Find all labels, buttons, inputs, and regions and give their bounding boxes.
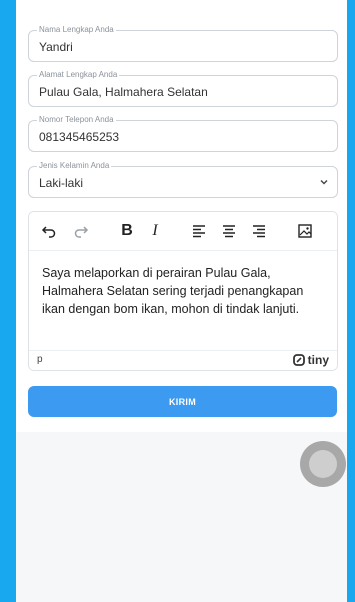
form-screen: Nama Lengkap Anda Yandri Alamat Lengkap … — [16, 0, 347, 602]
name-field-label: Nama Lengkap Anda — [37, 25, 116, 35]
phone-field-value: 081345465253 — [39, 130, 120, 144]
element-path[interactable]: p — [37, 354, 43, 365]
address-field-value: Pulau Gala, Halmahera Selatan — [39, 85, 208, 99]
tiny-icon — [292, 354, 305, 366]
submit-button[interactable]: KIRIM — [28, 386, 337, 417]
name-field-value: Yandri — [39, 40, 73, 54]
name-field[interactable]: Nama Lengkap Anda Yandri — [28, 25, 338, 62]
address-field[interactable]: Alamat Lengkap Anda Pulau Gala, Halmaher… — [28, 70, 338, 107]
phone-field-label: Nomor Telepon Anda — [37, 115, 116, 125]
align-center-icon[interactable] — [219, 221, 239, 241]
editor-content[interactable]: Saya melaporkan di perairan Pulau Gala, … — [42, 264, 327, 318]
undo-icon[interactable] — [39, 221, 59, 241]
editor-toolbar: B I — [29, 212, 337, 251]
align-left-icon[interactable] — [189, 221, 209, 241]
bold-icon[interactable]: B — [117, 221, 137, 241]
tiny-logo[interactable]: tiny — [292, 353, 329, 367]
image-icon[interactable] — [295, 221, 315, 241]
redo-icon[interactable] — [71, 221, 91, 241]
align-right-icon[interactable] — [249, 221, 269, 241]
rich-text-editor: B I Saya melaporkan di perairan Pulau Ga… — [28, 211, 338, 371]
gender-select-value: Laki-laki — [39, 176, 84, 190]
italic-icon[interactable]: I — [145, 221, 165, 241]
touch-indicator — [300, 441, 346, 487]
phone-field[interactable]: Nomor Telepon Anda 081345465253 — [28, 115, 338, 152]
page-footer-area — [16, 432, 347, 602]
chevron-down-icon — [320, 180, 328, 185]
gender-select[interactable]: Jenis Kelamin Anda Laki-laki — [28, 161, 338, 198]
address-field-label: Alamat Lengkap Anda — [37, 70, 120, 80]
gender-select-label: Jenis Kelamin Anda — [37, 161, 112, 171]
editor-statusbar: p tiny — [29, 350, 337, 370]
